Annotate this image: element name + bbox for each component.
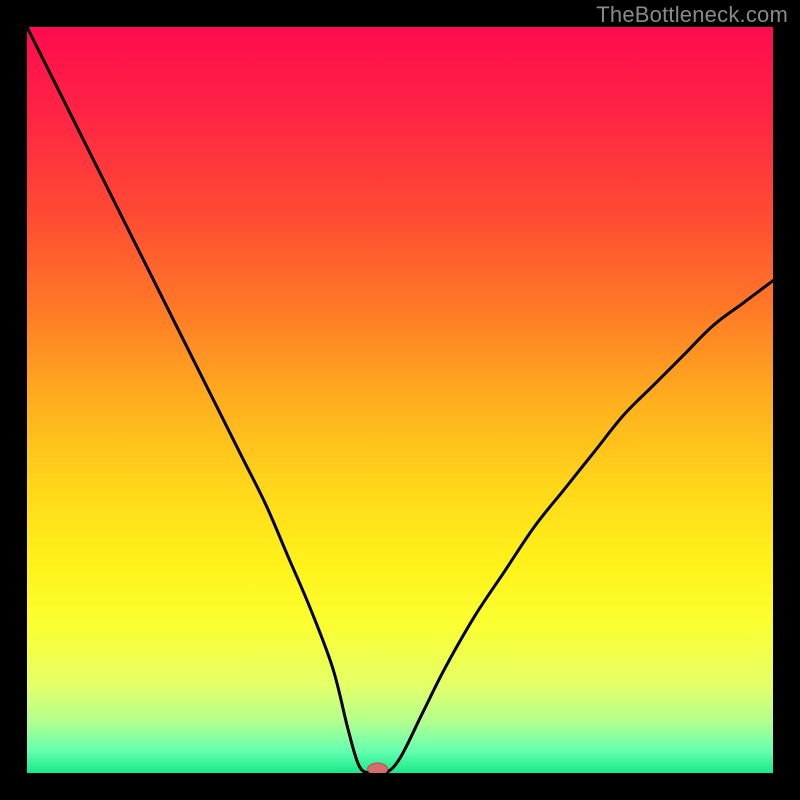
optimum-marker: [368, 763, 388, 773]
gradient-background: [27, 27, 773, 773]
chart-frame: TheBottleneck.com: [0, 0, 800, 800]
bottleneck-curve-chart: [27, 27, 773, 773]
watermark-text: TheBottleneck.com: [596, 2, 788, 28]
plot-area: [27, 27, 773, 773]
